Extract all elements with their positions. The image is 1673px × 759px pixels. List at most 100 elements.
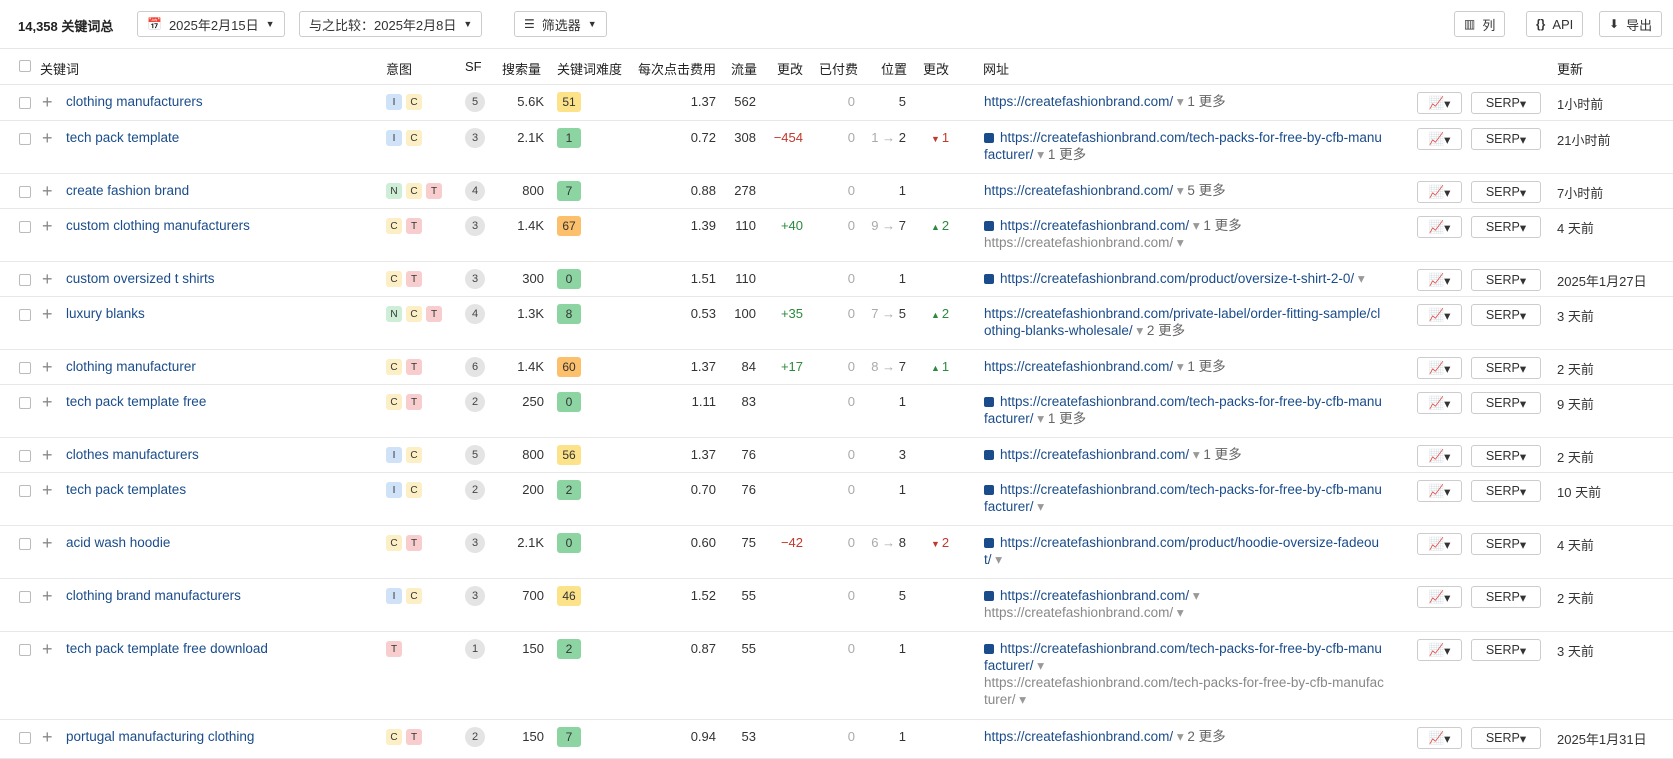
- chart-button[interactable]: 📈 ▾: [1417, 586, 1462, 608]
- url-more[interactable]: 5 更多: [1187, 183, 1225, 198]
- chart-button[interactable]: 📈 ▾: [1417, 445, 1462, 467]
- serp-button[interactable]: SERP ▾: [1471, 639, 1541, 661]
- col-url[interactable]: 网址: [983, 59, 1009, 78]
- add-to-list-icon[interactable]: +: [42, 446, 53, 464]
- sf-count[interactable]: 3: [465, 128, 485, 148]
- serp-button[interactable]: SERP ▾: [1471, 216, 1541, 238]
- add-to-list-icon[interactable]: +: [42, 728, 53, 746]
- url-dropdown-icon[interactable]: ▾: [1016, 692, 1026, 707]
- col-keyword[interactable]: 关键词: [40, 59, 79, 78]
- add-to-list-icon[interactable]: +: [42, 587, 53, 605]
- chart-button[interactable]: 📈 ▾: [1417, 533, 1462, 555]
- url-dropdown-icon[interactable]: ▾: [1173, 235, 1184, 250]
- url-more[interactable]: 1 更多: [1203, 447, 1241, 462]
- add-to-list-icon[interactable]: +: [42, 358, 53, 376]
- select-all-checkbox[interactable]: [19, 60, 31, 72]
- serp-button[interactable]: SERP ▾: [1471, 533, 1541, 555]
- serp-button[interactable]: SERP ▾: [1471, 480, 1541, 502]
- col-pos-change[interactable]: 更改: [923, 59, 949, 78]
- keyword-link[interactable]: tech pack template free download: [66, 641, 268, 656]
- url-dropdown-icon[interactable]: ▾: [1173, 729, 1187, 744]
- url-link[interactable]: https://createfashionbrand.com/product/o…: [1000, 271, 1354, 286]
- url-link[interactable]: https://createfashionbrand.com/: [1000, 588, 1189, 603]
- sf-count[interactable]: 3: [465, 533, 485, 553]
- col-intent[interactable]: 意图: [386, 59, 412, 78]
- sf-count[interactable]: 3: [465, 586, 485, 606]
- keyword-link[interactable]: tech pack template free: [66, 394, 206, 409]
- url-dropdown-icon[interactable]: ▾: [1189, 218, 1203, 233]
- chart-button[interactable]: 📈 ▾: [1417, 357, 1462, 379]
- url-dropdown-icon[interactable]: ▾: [1189, 588, 1200, 603]
- serp-button[interactable]: SERP ▾: [1471, 392, 1541, 414]
- serp-button[interactable]: SERP ▾: [1471, 128, 1541, 150]
- add-to-list-icon[interactable]: +: [42, 129, 53, 147]
- col-updated[interactable]: 更新: [1557, 59, 1583, 78]
- chart-button[interactable]: 📈 ▾: [1417, 92, 1462, 114]
- url-dropdown-icon[interactable]: ▾: [992, 552, 1002, 567]
- url-dropdown-icon[interactable]: ▾: [1173, 94, 1187, 109]
- url-dropdown-icon[interactable]: ▾: [1133, 323, 1147, 338]
- serp-button[interactable]: SERP ▾: [1471, 357, 1541, 379]
- row-checkbox[interactable]: [19, 133, 31, 145]
- keyword-link[interactable]: clothing manufacturers: [66, 94, 203, 109]
- keyword-link[interactable]: luxury blanks: [66, 306, 145, 321]
- row-checkbox[interactable]: [19, 485, 31, 497]
- url-link[interactable]: https://createfashionbrand.com/: [1000, 447, 1189, 462]
- col-paid[interactable]: 已付费: [819, 59, 858, 78]
- url-link[interactable]: https://createfashionbrand.com/product/h…: [984, 535, 1379, 567]
- url-link[interactable]: https://createfashionbrand.com/: [984, 94, 1173, 109]
- serp-button[interactable]: SERP ▾: [1471, 304, 1541, 326]
- keyword-link[interactable]: clothes manufacturers: [66, 447, 199, 462]
- row-checkbox[interactable]: [19, 450, 31, 462]
- url-dropdown-icon[interactable]: ▾: [1034, 411, 1048, 426]
- chart-button[interactable]: 📈 ▾: [1417, 392, 1462, 414]
- add-to-list-icon[interactable]: +: [42, 640, 53, 658]
- add-to-list-icon[interactable]: +: [42, 270, 53, 288]
- row-checkbox[interactable]: [19, 591, 31, 603]
- chart-button[interactable]: 📈 ▾: [1417, 128, 1462, 150]
- sf-count[interactable]: 5: [465, 92, 485, 112]
- col-sf[interactable]: SF: [465, 59, 482, 74]
- serp-button[interactable]: SERP ▾: [1471, 269, 1541, 291]
- url-more[interactable]: 1 更多: [1048, 147, 1086, 162]
- keyword-link[interactable]: clothing brand manufacturers: [66, 588, 241, 603]
- sf-count[interactable]: 5: [465, 445, 485, 465]
- chart-button[interactable]: 📈 ▾: [1417, 304, 1462, 326]
- date-picker[interactable]: 📅 2025年2月15日 ▼: [137, 11, 285, 37]
- keyword-link[interactable]: tech pack template: [66, 130, 179, 145]
- row-checkbox[interactable]: [19, 732, 31, 744]
- url-more[interactable]: 1 更多: [1048, 411, 1086, 426]
- row-checkbox[interactable]: [19, 309, 31, 321]
- row-checkbox[interactable]: [19, 397, 31, 409]
- url-more[interactable]: 1 更多: [1203, 218, 1241, 233]
- url-dropdown-icon[interactable]: ▾: [1173, 183, 1187, 198]
- col-traffic[interactable]: 流量: [731, 59, 757, 78]
- chart-button[interactable]: 📈 ▾: [1417, 216, 1462, 238]
- col-volume[interactable]: 搜索量: [502, 59, 541, 78]
- sf-count[interactable]: 3: [465, 269, 485, 289]
- url-link[interactable]: https://createfashionbrand.com/: [984, 183, 1173, 198]
- row-checkbox[interactable]: [19, 362, 31, 374]
- url-dropdown-icon[interactable]: ▾: [1034, 658, 1044, 673]
- filter-button[interactable]: ☰ 筛选器 ▼: [514, 11, 607, 37]
- sf-count[interactable]: 4: [465, 304, 485, 324]
- url-more[interactable]: 2 更多: [1147, 323, 1185, 338]
- serp-button[interactable]: SERP ▾: [1471, 92, 1541, 114]
- serp-button[interactable]: SERP ▾: [1471, 445, 1541, 467]
- url-dropdown-icon[interactable]: ▾: [1189, 447, 1203, 462]
- row-checkbox[interactable]: [19, 221, 31, 233]
- row-checkbox[interactable]: [19, 644, 31, 656]
- add-to-list-icon[interactable]: +: [42, 305, 53, 323]
- compare-date-picker[interactable]: 与之比较： 2025年2月8日 ▼: [299, 11, 483, 37]
- add-to-list-icon[interactable]: +: [42, 93, 53, 111]
- chart-button[interactable]: 📈 ▾: [1417, 639, 1462, 661]
- keyword-link[interactable]: portugal manufacturing clothing: [66, 729, 254, 744]
- row-checkbox[interactable]: [19, 274, 31, 286]
- add-to-list-icon[interactable]: +: [42, 182, 53, 200]
- chart-button[interactable]: 📈 ▾: [1417, 480, 1462, 502]
- sf-count[interactable]: 6: [465, 357, 485, 377]
- keyword-link[interactable]: create fashion brand: [66, 183, 189, 198]
- col-cpc[interactable]: 每次点击费用: [638, 59, 716, 78]
- keyword-link[interactable]: custom clothing manufacturers: [66, 218, 250, 233]
- sf-count[interactable]: 2: [465, 392, 485, 412]
